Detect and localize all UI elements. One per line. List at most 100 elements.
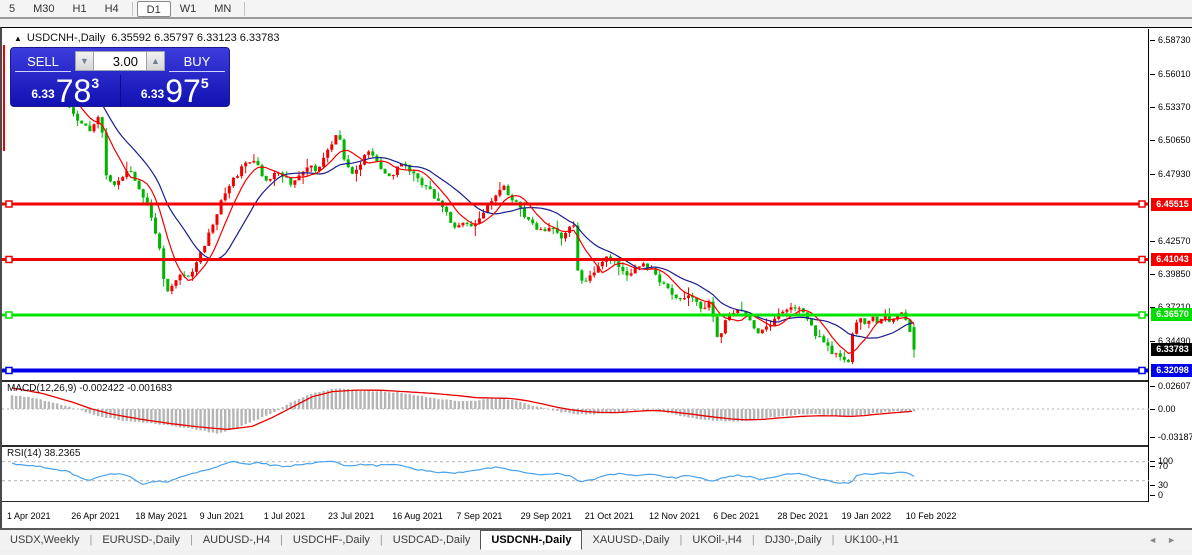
timeframe-button-d1[interactable]: D1 — [137, 1, 171, 17]
macd-bar — [773, 409, 775, 417]
tab-scroll-arrows: ◄► — [1148, 535, 1186, 545]
tab-eurusd-daily[interactable]: EURUSD-,Daily — [92, 534, 190, 546]
macd-bar — [396, 392, 398, 409]
macd-bar — [638, 409, 640, 410]
tab-xauusd-daily[interactable]: XAUUSD-,Daily — [582, 534, 679, 546]
tab-uk100-h1[interactable]: UK100-,H1 — [834, 534, 908, 546]
rsi-scale-label: 70 — [1158, 461, 1168, 471]
timeframe-button-m30[interactable]: M30 — [24, 1, 63, 17]
candle-body — [593, 273, 596, 276]
macd-bar — [126, 409, 128, 421]
candle-body — [248, 162, 251, 163]
macd-bar — [355, 390, 357, 409]
tab-scroll-right-icon[interactable]: ► — [1167, 535, 1186, 545]
axis-tick-label: 6.56010 — [1158, 69, 1191, 79]
candle-body — [416, 173, 419, 178]
timeframe-button-5[interactable]: 5 — [0, 1, 24, 17]
macd-bar — [31, 398, 33, 409]
candle-body — [195, 262, 198, 271]
sell-price-tile[interactable]: 6.33 78 3 — [11, 75, 120, 107]
candle-body — [232, 178, 235, 186]
macd-bar — [872, 409, 874, 413]
tab-usdchf-daily[interactable]: USDCHF-,Daily — [283, 534, 380, 546]
candle-body — [572, 225, 575, 226]
volume-spinner: ▼ 3.00 ▲ — [75, 51, 165, 71]
line-endpoint-marker[interactable] — [1139, 201, 1145, 207]
macd-bar — [839, 409, 841, 416]
macd-bar — [745, 409, 747, 421]
macd-bar — [515, 401, 517, 409]
macd-bar — [519, 402, 521, 409]
tab-dj30-daily[interactable]: DJ30-,Daily — [755, 534, 832, 546]
macd-bar — [642, 409, 644, 410]
macd-scale-label: 0.00 — [1158, 404, 1176, 414]
candle-body — [339, 135, 342, 140]
macd-bar — [56, 403, 58, 409]
volume-increase-button[interactable]: ▲ — [146, 51, 165, 71]
macd-bar — [486, 398, 488, 409]
macd-bar — [359, 391, 361, 409]
macd-bar — [769, 409, 771, 417]
tab-ukoil-h4[interactable]: UKOil-,H4 — [682, 534, 752, 546]
macd-bar — [827, 409, 829, 415]
timeframe-button-mn[interactable]: MN — [205, 1, 240, 17]
tab-usdx-weekly[interactable]: USDX,Weekly — [0, 534, 89, 546]
axis-tick-label: 6.42570 — [1158, 236, 1191, 246]
axis-tick-mark — [1150, 485, 1155, 486]
macd-bar — [52, 403, 54, 409]
macd-bar — [368, 391, 370, 409]
candle-body — [351, 167, 354, 174]
timeframe-button-h1[interactable]: H1 — [64, 1, 96, 17]
macd-bar — [499, 399, 501, 409]
macd-bar — [421, 396, 423, 409]
macd-bar — [72, 408, 74, 409]
line-endpoint-marker[interactable] — [6, 367, 12, 373]
line-endpoint-marker[interactable] — [6, 201, 12, 207]
volume-input[interactable]: 3.00 — [94, 51, 146, 71]
timeframe-button-h4[interactable]: H4 — [96, 1, 128, 17]
macd-bar — [429, 398, 431, 409]
macd-bar — [831, 409, 833, 416]
tab-usdcad-daily[interactable]: USDCAD-,Daily — [383, 534, 481, 546]
candle-body — [913, 327, 916, 349]
macd-bar — [454, 401, 456, 409]
candle-body — [322, 158, 325, 167]
candle-body — [564, 233, 567, 238]
date-axis[interactable]: 1 Apr 202126 Apr 202118 May 20219 Jun 20… — [2, 503, 1149, 529]
macd-bar — [60, 405, 62, 409]
macd-bar — [441, 399, 443, 409]
buy-price-tile[interactable]: 6.33 97 5 — [121, 75, 230, 107]
price-axis[interactable]: 6.587306.560106.533706.506506.479306.425… — [1150, 29, 1192, 502]
macd-bar — [384, 392, 386, 409]
buy-button[interactable]: BUY — [169, 54, 225, 72]
candle-body — [835, 353, 838, 354]
macd-bar — [491, 398, 493, 409]
line-endpoint-marker[interactable] — [6, 256, 12, 262]
macd-bar — [810, 409, 812, 414]
candle-body — [236, 176, 239, 178]
candle-body — [667, 284, 670, 288]
macd-bar — [273, 409, 275, 412]
candle-body — [257, 161, 260, 165]
tab-audusd-h4[interactable]: AUDUSD-,H4 — [193, 534, 280, 546]
candle-body — [872, 317, 875, 321]
axis-tick-label: 6.47930 — [1158, 169, 1191, 179]
line-endpoint-marker[interactable] — [1139, 256, 1145, 262]
volume-decrease-button[interactable]: ▼ — [75, 51, 94, 71]
macd-bar — [761, 409, 763, 418]
candle-body — [552, 228, 555, 229]
candle-body — [638, 266, 641, 267]
sell-button[interactable]: SELL — [15, 54, 71, 72]
line-endpoint-marker[interactable] — [6, 312, 12, 318]
tab-scroll-left-icon[interactable]: ◄ — [1148, 535, 1167, 545]
macd-bar — [101, 409, 103, 417]
timeframe-button-w1[interactable]: W1 — [171, 1, 206, 17]
line-endpoint-marker[interactable] — [1139, 312, 1145, 318]
line-endpoint-marker[interactable] — [1139, 367, 1145, 373]
candle-body — [207, 233, 210, 246]
candle-body — [671, 288, 674, 295]
tab-usdcnh-daily[interactable]: USDCNH-,Daily — [480, 530, 582, 550]
macd-bar — [224, 409, 226, 432]
macd-bar — [376, 391, 378, 409]
macd-bar — [44, 401, 46, 409]
